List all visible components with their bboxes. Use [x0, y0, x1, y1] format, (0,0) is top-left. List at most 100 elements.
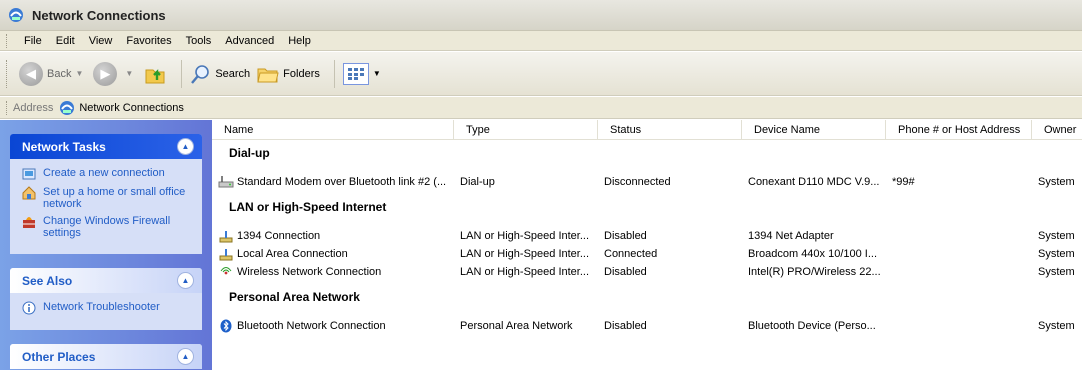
collapse-icon[interactable]: ▲	[177, 272, 194, 289]
window-title: Network Connections	[32, 7, 166, 23]
search-button[interactable]: Search	[190, 63, 250, 85]
menu-help[interactable]: Help	[281, 35, 318, 47]
wireless-icon	[220, 267, 232, 275]
forward-button[interactable]: ▶ ▼	[93, 61, 137, 86]
menu-grip[interactable]	[6, 33, 9, 48]
folders-button[interactable]: Folders	[256, 63, 320, 85]
connection-status: Disabled	[604, 320, 647, 332]
list-item[interactable]: Local Area Connection LAN or High-Speed …	[212, 245, 1082, 263]
up-folder-icon	[145, 68, 165, 83]
connection-name: Bluetooth Network Connection	[237, 320, 386, 332]
task-home-network[interactable]: Set up a home or small office network	[22, 186, 194, 210]
connection-status: Disabled	[604, 266, 647, 278]
list-item[interactable]: 1394 Connection LAN or High-Speed Inter.…	[212, 227, 1082, 245]
other-places-panel: Other Places ▲	[10, 344, 202, 369]
connection-name: 1394 Connection	[237, 230, 321, 242]
connection-owner: System	[1038, 320, 1075, 332]
connection-type: LAN or High-Speed Inter...	[460, 248, 590, 260]
task-create-connection[interactable]: Create a new connection	[22, 167, 194, 181]
list-item[interactable]: Standard Modem over Bluetooth link #2 (.…	[212, 173, 1082, 191]
task-label: Network Troubleshooter	[43, 301, 160, 313]
network-connections-icon	[9, 8, 23, 22]
connection-status: Connected	[604, 248, 658, 260]
connection-owner: System	[1038, 248, 1075, 260]
task-firewall[interactable]: Change Windows Firewall settings	[22, 215, 194, 239]
toolbar: ◀ Back ▼ ▶ ▼ Search Folders ▼	[0, 52, 1082, 96]
address-grip[interactable]	[6, 100, 9, 115]
connection-device: Broadcom 440x 10/100 I...	[748, 248, 878, 260]
back-arrow-icon: ◀	[19, 61, 43, 86]
column-header-name[interactable]: Name	[212, 119, 454, 140]
menu-view[interactable]: View	[82, 35, 120, 47]
column-headers: Name Type Status Device Name Phone # or …	[212, 119, 1082, 140]
task-network-troubleshooter[interactable]: Network Troubleshooter	[22, 301, 194, 315]
task-pane: Network Tasks ▲ Create a new connection …	[0, 120, 212, 370]
forward-dropdown-icon[interactable]: ▼	[125, 69, 133, 78]
menu-advanced[interactable]: Advanced	[218, 35, 281, 47]
column-header-status[interactable]: Status	[598, 119, 742, 140]
network-connections-icon	[60, 100, 75, 115]
forward-arrow-icon: ▶	[93, 61, 118, 86]
folders-icon	[257, 68, 279, 82]
connection-owner: System	[1038, 176, 1075, 188]
connection-name: Local Area Connection	[237, 248, 348, 260]
see-also-panel: See Also ▲ Network Troubleshooter	[10, 268, 202, 330]
address-value: Network Connections	[79, 101, 184, 114]
column-header-phone[interactable]: Phone # or Host Address	[886, 119, 1032, 140]
connection-status: Disabled	[604, 230, 647, 242]
views-dropdown-icon[interactable]: ▼	[373, 69, 381, 78]
menu-edit[interactable]: Edit	[49, 35, 82, 47]
column-header-type[interactable]: Type	[454, 119, 598, 140]
group-header-pan: Personal Area Network	[229, 290, 360, 304]
connection-type: LAN or High-Speed Inter...	[460, 230, 590, 242]
back-dropdown-icon[interactable]: ▼	[75, 69, 83, 78]
menu-bar: File Edit View Favorites Tools Advanced …	[0, 31, 1082, 51]
collapse-icon[interactable]: ▲	[177, 348, 194, 365]
views-button[interactable]: ▼	[342, 62, 385, 85]
info-icon	[22, 301, 36, 315]
toolbar-separator	[181, 59, 183, 88]
address-label: Address	[13, 101, 54, 114]
connection-owner: System	[1038, 230, 1075, 242]
menu-tools[interactable]: Tools	[179, 35, 219, 47]
list-item[interactable]: Bluetooth Network Connection Personal Ar…	[212, 317, 1082, 335]
search-icon	[191, 64, 210, 84]
lan-icon	[219, 231, 233, 243]
group-header-dialup: Dial-up	[229, 146, 270, 160]
connection-name: Wireless Network Connection	[237, 266, 382, 278]
title-bar: Network Connections	[0, 0, 1082, 31]
row-name: 1394 Connection	[212, 229, 454, 243]
up-folder-button[interactable]	[143, 62, 167, 86]
views-icon	[342, 62, 369, 85]
modem-icon	[218, 176, 234, 188]
row-name: Local Area Connection	[212, 247, 454, 261]
connection-phone: *99#	[892, 176, 915, 188]
see-also-header[interactable]: See Also ▲	[10, 268, 202, 293]
connections-list: Name Type Status Device Name Phone # or …	[212, 119, 1082, 370]
address-field[interactable]: Network Connections	[59, 99, 184, 117]
network-tasks-body: Create a new connection Set up a home or…	[10, 159, 202, 254]
connection-device: Bluetooth Device (Perso...	[748, 320, 876, 332]
menu-favorites[interactable]: Favorites	[119, 35, 178, 47]
connection-device: Conexant D110 MDC V.9...	[748, 176, 880, 188]
new-connection-icon	[22, 168, 36, 180]
lan-icon	[219, 249, 233, 261]
column-header-device-name[interactable]: Device Name	[742, 119, 886, 140]
back-button[interactable]: ◀ Back ▼	[19, 61, 87, 86]
connection-type: Personal Area Network	[460, 320, 573, 332]
row-name: Bluetooth Network Connection	[212, 319, 454, 333]
menu-file[interactable]: File	[17, 35, 49, 47]
list-item[interactable]: Wireless Network Connection LAN or High-…	[212, 263, 1082, 281]
other-places-header[interactable]: Other Places ▲	[10, 344, 202, 369]
toolbar-grip[interactable]	[6, 59, 9, 88]
connection-type: Dial-up	[460, 176, 495, 188]
address-bar: Address Network Connections	[0, 97, 1082, 119]
see-also-body: Network Troubleshooter	[10, 293, 202, 330]
toolbar-separator-2	[333, 59, 335, 88]
connection-owner: System	[1038, 266, 1075, 278]
see-also-title: See Also	[22, 273, 73, 288]
network-tasks-title: Network Tasks	[22, 139, 106, 154]
collapse-icon[interactable]: ▲	[177, 138, 194, 155]
column-header-owner[interactable]: Owner	[1032, 120, 1082, 140]
network-tasks-header[interactable]: Network Tasks ▲	[10, 134, 202, 159]
